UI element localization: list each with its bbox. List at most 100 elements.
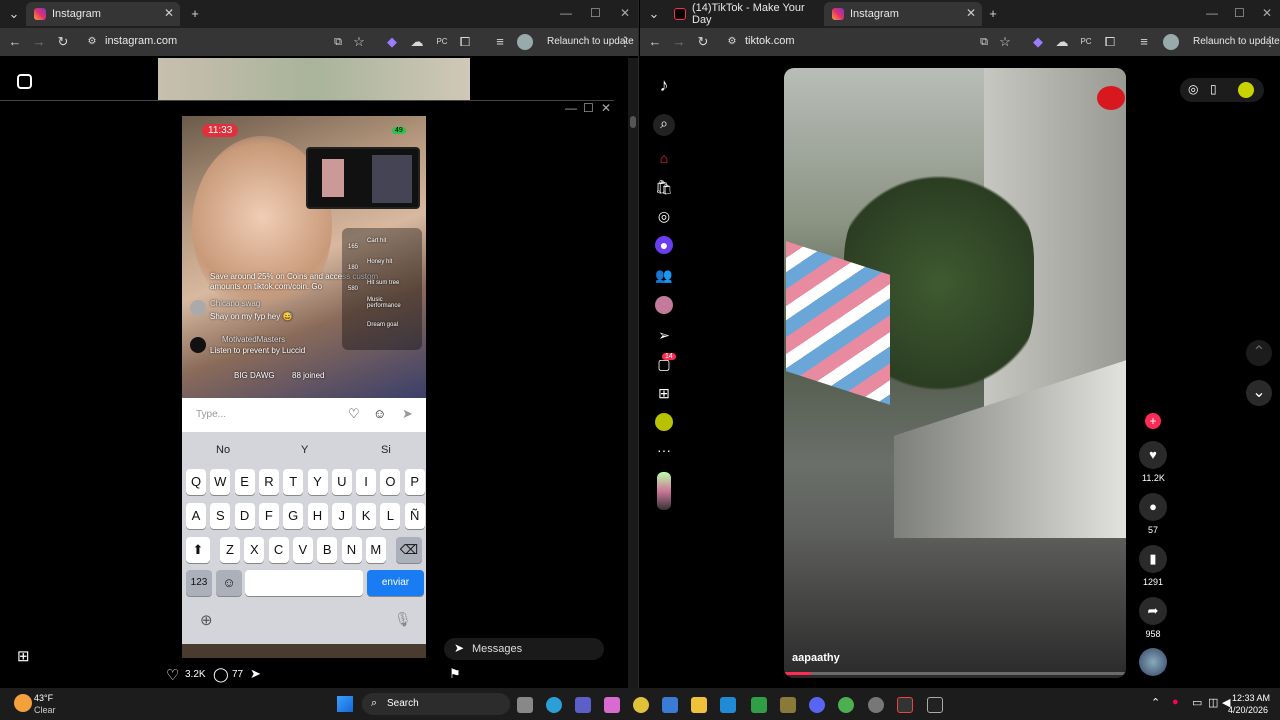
back-icon[interactable]: ←: [647, 35, 663, 49]
clock-time[interactable]: 12:33 AM: [1232, 693, 1270, 703]
live-icon[interactable]: ●: [655, 236, 673, 254]
key-y[interactable]: Y: [307, 469, 328, 495]
close-tab-icon[interactable]: ✕: [966, 6, 976, 20]
share-icon[interactable]: ➤: [250, 666, 261, 682]
comment-icon[interactable]: ◯: [213, 666, 229, 683]
key-d[interactable]: D: [234, 503, 255, 529]
globe-icon[interactable]: ⊕: [200, 611, 213, 629]
explorer-icon[interactable]: [691, 697, 707, 713]
follow-plus-icon[interactable]: +: [1145, 413, 1161, 429]
pc-extension-icon[interactable]: PC: [434, 35, 450, 49]
reload-icon[interactable]: ↻: [695, 35, 711, 49]
tab-tiktok[interactable]: (14)TikTok - Make Your Day: [666, 2, 820, 26]
heart-icon[interactable]: ♡: [348, 406, 360, 422]
epic-icon[interactable]: [927, 697, 943, 713]
forward-icon[interactable]: →: [31, 35, 47, 49]
pip-video[interactable]: [306, 147, 420, 209]
search-box[interactable]: ⌕ Search: [362, 693, 510, 715]
chrome-icon[interactable]: [633, 697, 649, 713]
chrome-profile-icon[interactable]: [838, 697, 854, 713]
device-icon[interactable]: ▯: [1210, 82, 1217, 96]
key-x[interactable]: X: [244, 537, 265, 563]
key-s[interactable]: S: [210, 503, 231, 529]
key-i[interactable]: I: [356, 469, 377, 495]
app-icon[interactable]: [780, 697, 796, 713]
user-avatar[interactable]: [1238, 82, 1254, 98]
home-icon[interactable]: ⌂: [655, 149, 673, 167]
space-key[interactable]: [245, 570, 363, 596]
cloud-extension-icon[interactable]: ☁: [1054, 35, 1070, 49]
menu-icon[interactable]: ⋮: [617, 35, 633, 49]
discord-icon[interactable]: [809, 697, 825, 713]
address-bar[interactable]: tiktok.com: [745, 35, 795, 47]
tab-search-icon[interactable]: ⌄: [646, 7, 662, 21]
tiktok-logo-icon[interactable]: ♪: [655, 76, 673, 94]
minimize-icon[interactable]: —: [560, 6, 572, 20]
key-ñ[interactable]: Ñ: [404, 503, 425, 529]
store-icon[interactable]: [662, 697, 678, 713]
creator-avatar[interactable]: [657, 472, 671, 510]
install-icon[interactable]: ⧉: [330, 35, 346, 49]
send-icon[interactable]: ➤: [402, 406, 413, 422]
reading-list-icon[interactable]: ≡: [1136, 35, 1152, 49]
more-menu-icon[interactable]: ⊞: [17, 647, 30, 665]
profile-avatar[interactable]: [1163, 34, 1179, 50]
popup-minimize-icon[interactable]: —: [565, 101, 577, 115]
settings-icon[interactable]: [868, 697, 884, 713]
comment-action[interactable]: ● 57: [1139, 493, 1167, 535]
profile-avatar[interactable]: [517, 34, 533, 50]
start-icon[interactable]: [337, 696, 353, 712]
app-c-icon[interactable]: [720, 697, 736, 713]
key-m[interactable]: M: [365, 537, 386, 563]
key-t[interactable]: T: [283, 469, 304, 495]
tray-chevron-icon[interactable]: ⌃: [1151, 696, 1160, 709]
key-e[interactable]: E: [234, 469, 255, 495]
network-icon[interactable]: ◫: [1208, 696, 1218, 709]
maximize-icon[interactable]: ☐: [590, 6, 601, 20]
like-icon[interactable]: ♡: [166, 666, 179, 684]
mic-tray-icon[interactable]: ●: [1172, 696, 1179, 708]
bookmark-star-icon[interactable]: ☆: [351, 35, 367, 49]
key-q[interactable]: Q: [186, 469, 206, 495]
menu-icon[interactable]: ⋮: [1262, 35, 1278, 49]
save-icon[interactable]: ⚑: [449, 666, 461, 682]
close-window-icon[interactable]: ✕: [620, 6, 630, 20]
open-in-app-icon[interactable]: ⧉: [976, 35, 992, 49]
back-icon[interactable]: ←: [7, 35, 23, 49]
suggestion[interactable]: Y: [301, 444, 308, 456]
close-window-icon[interactable]: ✕: [1262, 6, 1272, 20]
key-v[interactable]: V: [292, 537, 313, 563]
key-l[interactable]: L: [380, 503, 401, 529]
messages-pill[interactable]: ➤ Messages: [444, 638, 604, 660]
share-action[interactable]: ➦ 958: [1139, 597, 1167, 639]
tab-search-icon[interactable]: ⌄: [6, 7, 22, 21]
next-video-icon[interactable]: ⌄: [1246, 380, 1272, 406]
pc-extension-icon[interactable]: PC: [1078, 35, 1094, 49]
messages-icon[interactable]: ➢: [655, 326, 673, 344]
key-g[interactable]: G: [283, 503, 304, 529]
suggestion[interactable]: No: [216, 444, 230, 456]
cloud-extension-icon[interactable]: ☁: [409, 35, 425, 49]
backspace-key[interactable]: ⌫: [396, 537, 422, 563]
numbers-key[interactable]: 123: [186, 570, 212, 596]
clock-date[interactable]: 4/20/2026: [1228, 705, 1268, 715]
instagram-logo-icon[interactable]: [17, 74, 32, 89]
key-f[interactable]: F: [258, 503, 279, 529]
edge-icon[interactable]: [546, 697, 562, 713]
key-n[interactable]: N: [341, 537, 362, 563]
profile-avatar-icon[interactable]: [655, 413, 673, 431]
tab-instagram[interactable]: Instagram ✕: [26, 2, 180, 26]
key-r[interactable]: R: [258, 469, 279, 495]
popup-close-icon[interactable]: ✕: [601, 101, 611, 115]
copilot-icon[interactable]: [604, 697, 620, 713]
weather-icon[interactable]: [14, 694, 32, 712]
send-key[interactable]: enviar: [367, 570, 424, 596]
puzzle-icon[interactable]: ⧠: [1102, 35, 1118, 49]
video-username[interactable]: aapaathy: [792, 652, 840, 664]
maximize-icon[interactable]: ☐: [1234, 6, 1245, 20]
key-h[interactable]: H: [307, 503, 328, 529]
forward-icon[interactable]: →: [671, 35, 687, 49]
close-tab-icon[interactable]: ✕: [164, 6, 174, 20]
key-k[interactable]: K: [356, 503, 377, 529]
popup-maximize-icon[interactable]: ☐: [583, 101, 594, 115]
